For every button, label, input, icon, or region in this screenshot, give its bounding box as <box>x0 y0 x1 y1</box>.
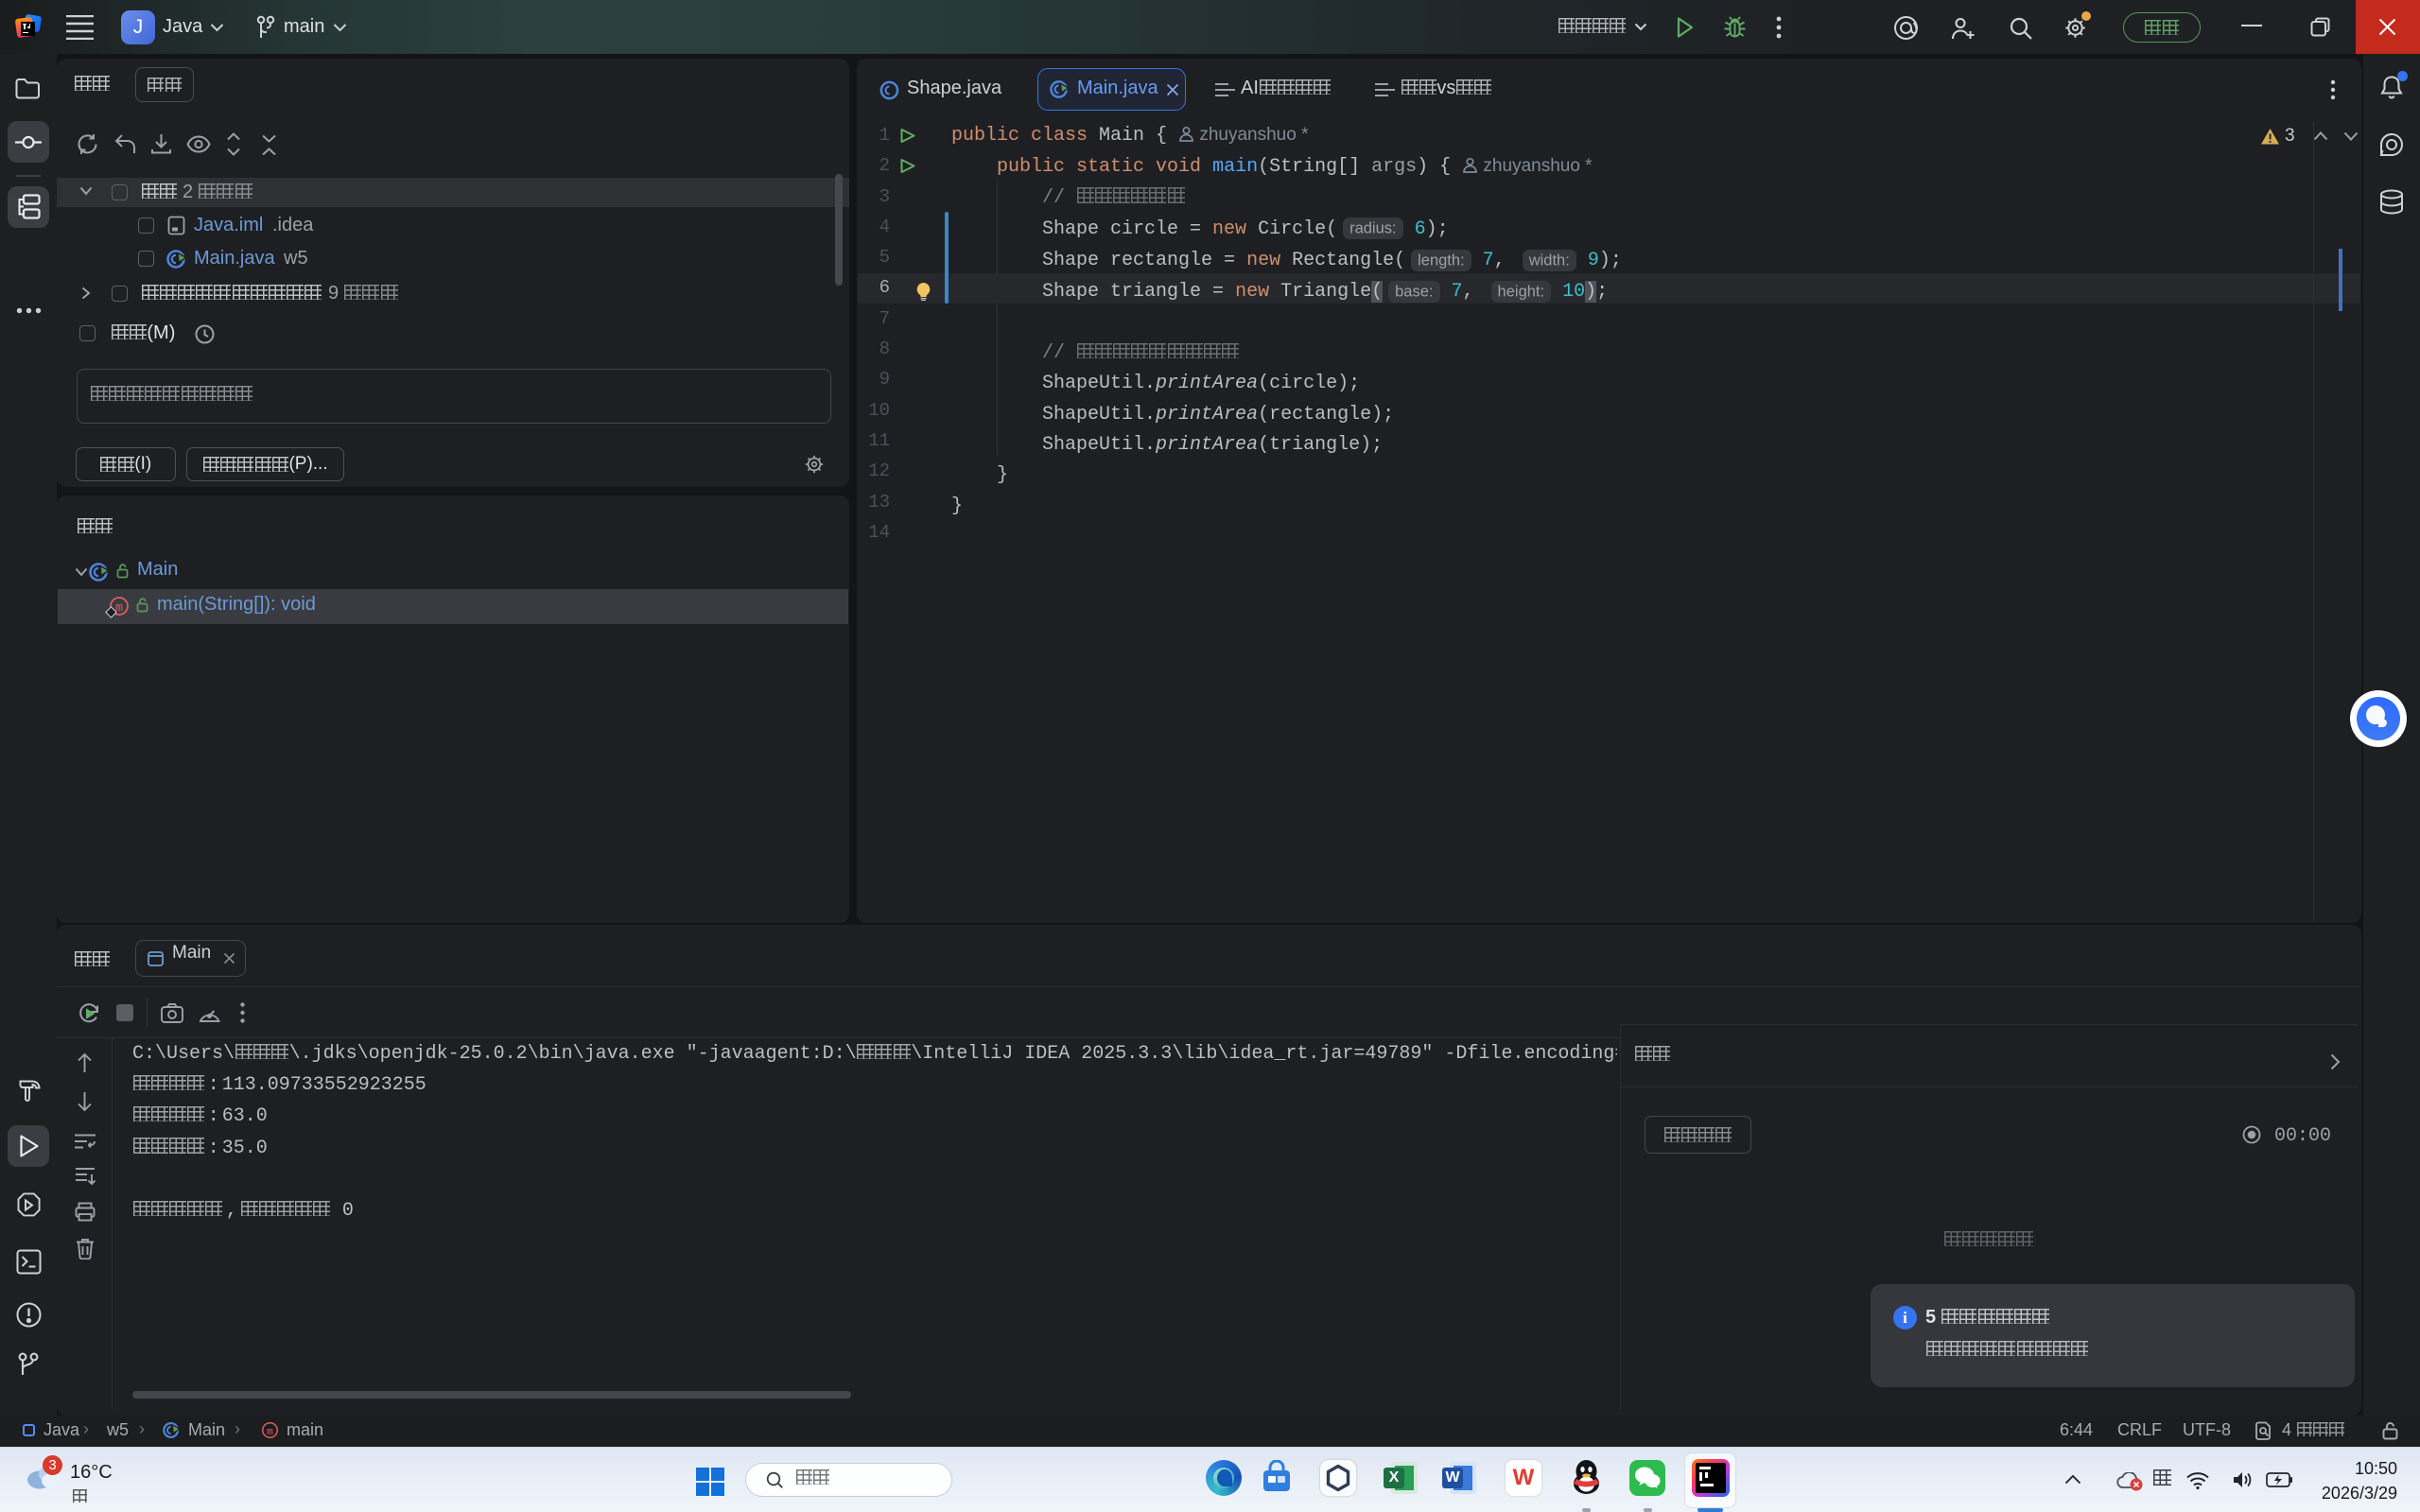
svg-text:m: m <box>267 1427 273 1438</box>
